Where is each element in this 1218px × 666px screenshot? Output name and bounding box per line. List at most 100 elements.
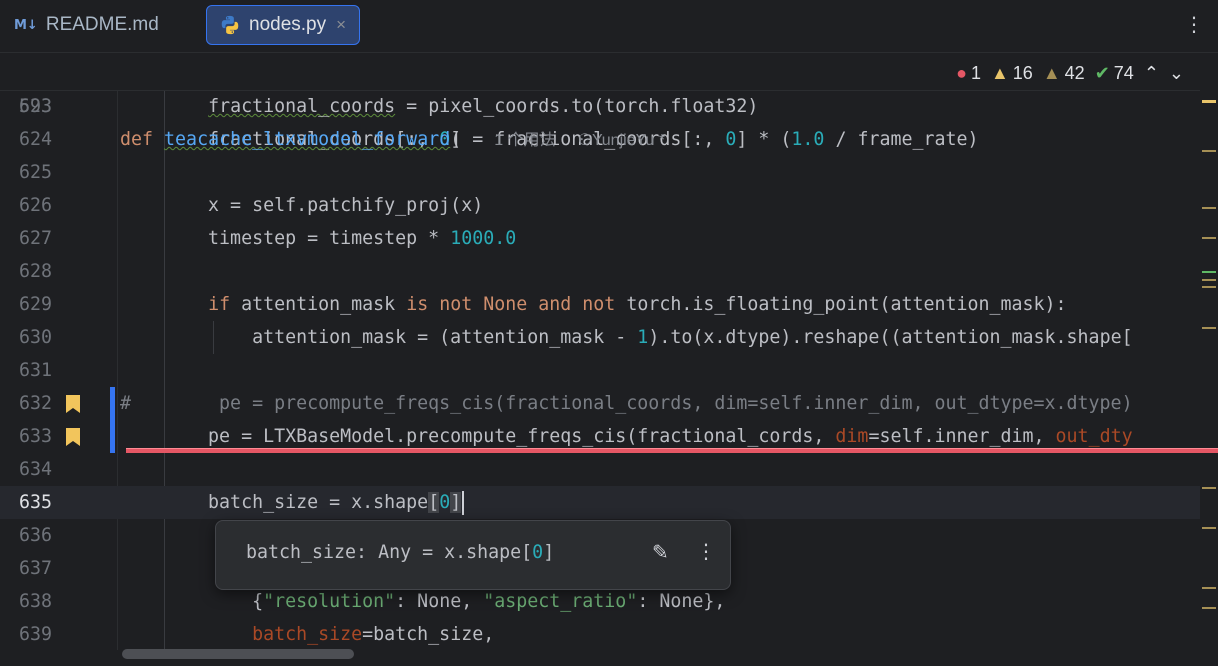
code-token: torch.is_floating_point(attention_mask): <box>615 294 1067 315</box>
code-line[interactable]: 628 <box>0 255 1200 288</box>
error-stripe-marker[interactable] <box>1202 487 1216 489</box>
code-token: is not None and not <box>406 294 616 315</box>
code-text: batch_size = x.shape[0] <box>120 486 465 519</box>
code-token: =batch_size, <box>362 624 495 645</box>
tab-nodes-py[interactable]: nodes.py × <box>206 5 360 45</box>
code-token: attention_mask = (attention_mask - <box>120 327 638 348</box>
code-token: # pe = precompute_freqs_cis(fractional_c… <box>120 393 1133 414</box>
code-token: : None}, <box>637 591 726 612</box>
function-name: teacache_ltxvmodel_forward <box>164 129 451 150</box>
error-stripe-marker[interactable] <box>1202 286 1216 288</box>
line-number: 639 <box>18 624 52 645</box>
line-number: 629 <box>18 294 52 315</box>
line-number: 626 <box>18 195 52 216</box>
code-token: fractional_coords <box>208 96 396 117</box>
person-icon: ⚇ <box>577 132 592 149</box>
markdown-icon: M↓ <box>14 17 38 33</box>
code-line[interactable]: 623 fractional_coords = pixel_coords.to(… <box>0 90 1200 123</box>
sticky-code: def teacache_ltxvmodel_forward( 1 个用法 ⚇Y… <box>120 123 665 157</box>
line-number: 632 <box>18 393 52 414</box>
line-number: 631 <box>18 360 52 381</box>
code-text: # pe = precompute_freqs_cis(fractional_c… <box>120 387 1133 420</box>
error-count[interactable]: ● 1 <box>956 63 981 84</box>
ide-window: { "tabs": [ {"icon":"markdown-icon","lab… <box>0 0 1218 666</box>
close-icon[interactable]: × <box>336 15 346 35</box>
code-line[interactable]: 626 x = self.patchify_proj(x) <box>0 189 1200 222</box>
error-stripe-marker[interactable] <box>1202 150 1216 152</box>
code-editor[interactable]: 593 def teacache_ltxvmodel_forward( 1 个用… <box>0 57 1218 666</box>
code-text: attention_mask = (attention_mask - 1).to… <box>120 321 1133 354</box>
code-line[interactable]: 639 batch_size=batch_size, <box>0 618 1200 651</box>
author-hint[interactable]: YunjieYu * <box>592 132 665 149</box>
code-token: batch_size = x.shape <box>120 492 429 513</box>
error-stripe-marker[interactable] <box>1202 237 1216 239</box>
line-number: 627 <box>18 228 52 249</box>
code-token: ] <box>450 492 462 513</box>
typo-count[interactable]: ✔ 74 <box>1095 63 1134 84</box>
error-stripe-marker[interactable] <box>1202 327 1216 329</box>
code-token: =self.inner_dim, <box>868 426 1056 447</box>
line-number: 593 <box>18 96 52 117</box>
code-token: dim <box>835 426 869 447</box>
previous-highlight-icon[interactable]: ⌃ <box>1144 63 1159 84</box>
open-paren: ( <box>450 129 462 150</box>
code-token: batch_size <box>252 624 363 645</box>
quick-documentation-popup[interactable]: batch_size: Any = x.shape[0] ✎ ⋮ <box>215 520 731 590</box>
code-token: "resolution" <box>263 591 396 612</box>
check-icon: ✔ <box>1094 63 1110 83</box>
horizontal-scrollbar[interactable] <box>122 649 354 659</box>
code-line[interactable]: 627 timestep = timestep * 1000.0 <box>0 222 1200 255</box>
line-number: 635 <box>18 492 52 513</box>
error-stripe-marker[interactable] <box>1202 271 1216 273</box>
sticky-header[interactable]: 593 def teacache_ltxvmodel_forward( 1 个用… <box>0 57 1200 150</box>
more-options-icon[interactable]: ⋮ <box>1184 12 1204 36</box>
code-token: = pixel_coords.to(torch.float32) <box>395 96 759 117</box>
code-line[interactable]: 630 attention_mask = (attention_mask - 1… <box>0 321 1200 354</box>
code-line[interactable]: 631 <box>0 354 1200 387</box>
next-highlight-icon[interactable]: ⌄ <box>1169 63 1184 84</box>
error-stripe-marker[interactable] <box>1202 279 1216 281</box>
code-line[interactable]: 635 batch_size = x.shape[0] <box>0 486 1200 519</box>
code-line[interactable]: 632 # pe = precompute_freqs_cis(fractiona… <box>0 387 1200 420</box>
code-token: : None, <box>395 591 484 612</box>
line-number: 636 <box>18 525 52 546</box>
editor-tab-bar: M↓ README.md nodes.py × ⋮ <box>0 0 1218 53</box>
line-number: 633 <box>18 426 52 447</box>
code-line[interactable]: 629 if attention_mask is not None and no… <box>0 288 1200 321</box>
error-stripe-marker[interactable] <box>1202 587 1216 589</box>
code-token: x = self.patchify_proj(x) <box>120 195 484 216</box>
code-line[interactable]: 634 <box>0 453 1200 486</box>
code-token: attention_mask <box>230 294 407 315</box>
python-icon <box>221 15 239 35</box>
tab-label: nodes.py <box>249 14 327 35</box>
code-token: 0 <box>439 492 451 513</box>
code-text: timestep = timestep * 1000.0 <box>120 222 516 255</box>
error-stripe-marker[interactable] <box>1202 527 1216 529</box>
tab-readme[interactable]: M↓ README.md <box>14 5 159 45</box>
weak-warning-count[interactable]: ▲ 42 <box>1043 63 1085 84</box>
warning-icon: ▲ <box>990 63 1009 83</box>
code-token: ).to(x.dtype).reshape((attention_mask.sh… <box>648 327 1133 348</box>
error-highlight <box>126 448 1218 453</box>
edit-icon[interactable]: ✎ <box>652 540 669 564</box>
code-token: [ <box>428 492 440 513</box>
usages-hint[interactable]: 1 个用法 <box>494 132 555 149</box>
code-token: { <box>120 591 264 612</box>
inspection-widget[interactable]: ● 1 ▲ 16 ▲ 42 ✔ 74 ⌃ ⌄ <box>950 57 1184 90</box>
error-stripe-marker[interactable] <box>1202 607 1216 609</box>
def-keyword: def <box>120 129 154 150</box>
code-token: "aspect_ratio" <box>483 591 638 612</box>
code-token: if <box>208 294 231 315</box>
line-number: 638 <box>18 591 52 612</box>
tab-label: README.md <box>45 14 159 35</box>
error-stripe-marker[interactable] <box>1202 100 1216 103</box>
code-text: fractional_coords = pixel_coords.to(torc… <box>120 90 758 123</box>
warning-count[interactable]: ▲ 16 <box>991 63 1033 84</box>
more-options-icon[interactable]: ⋮ <box>696 539 716 563</box>
error-stripe-marker[interactable] <box>1202 207 1216 209</box>
code-token: 0 <box>725 129 737 150</box>
code-text: x = self.patchify_proj(x) <box>120 189 483 222</box>
code-line[interactable]: 625 <box>0 156 1200 189</box>
